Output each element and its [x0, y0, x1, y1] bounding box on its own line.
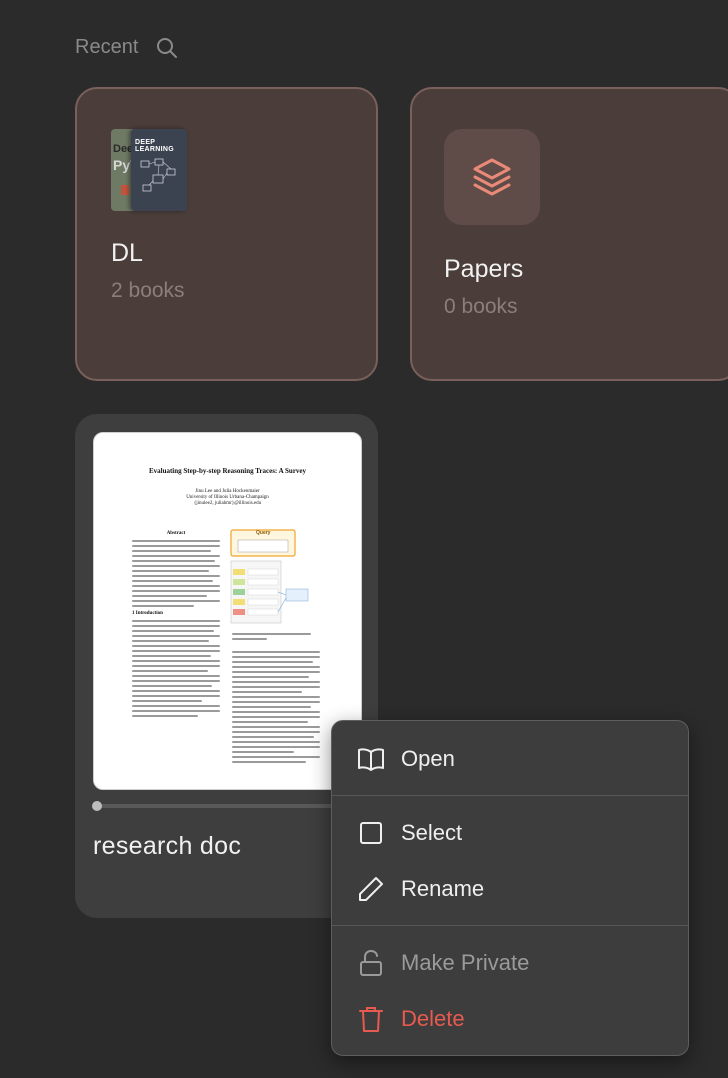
menu-item-rename[interactable]: Rename: [332, 869, 688, 909]
collection-count: 0 books: [444, 295, 518, 318]
menu-item-delete[interactable]: Delete: [332, 999, 688, 1039]
abstract-heading: Abstract: [166, 531, 186, 536]
paper-authors: Jinu Lee and Julia Hockenmaier Universit…: [94, 489, 361, 507]
context-menu: Open Select Rename Make Private Delete: [331, 720, 689, 1056]
book-open-icon: [356, 744, 386, 774]
recent-title: Recent: [75, 36, 139, 58]
progress-indicator: [92, 801, 102, 811]
menu-item-label: Delete: [401, 1006, 465, 1031]
pencil-icon: [356, 874, 386, 904]
menu-divider: [332, 795, 688, 796]
intro-heading: 1 Introduction: [132, 611, 163, 616]
paper-figure: Query: [230, 529, 309, 627]
book-cover-deep-learning: DEEP LEARNING: [131, 129, 187, 211]
cover-accent: [121, 185, 129, 195]
paper-left-column: Abstract 1 Introduction: [132, 527, 220, 720]
collection-card-papers[interactable]: Papers 0 books: [410, 87, 728, 381]
collection-card-dl[interactable]: Deep L PyTo DEEP LEARNING DL 2 books: [75, 87, 378, 381]
search-icon[interactable]: [156, 37, 178, 59]
collection-cover-thumbnails: Deep L PyTo DEEP LEARNING: [111, 129, 189, 211]
menu-item-label: Open: [401, 746, 455, 771]
document-title: research doc: [93, 832, 242, 860]
document-preview: Evaluating Step-by-step Reasoning Traces…: [93, 432, 362, 790]
cover-text: DEEP LEARNING: [135, 139, 174, 153]
checkbox-icon: [356, 818, 386, 848]
menu-item-label: Make Private: [401, 950, 530, 975]
paper-emails: {jinulee2, juliahmr}@illinois.edu: [193, 501, 262, 506]
trash-icon: [356, 1004, 386, 1034]
reading-progress-bar: [92, 801, 333, 811]
collection-count: 2 books: [111, 279, 185, 302]
cover-diagram: [140, 158, 176, 192]
figure-label: Query: [256, 530, 271, 536]
collection-icon-tile: [444, 129, 540, 225]
menu-item-open[interactable]: Open: [332, 739, 688, 779]
paper-right-column: [232, 633, 320, 766]
collection-title: Papers: [444, 255, 524, 283]
menu-item-label: Rename: [401, 876, 485, 901]
menu-item-make-private[interactable]: Make Private: [332, 943, 688, 983]
unlock-icon: [356, 948, 386, 978]
layers-icon: [473, 158, 511, 196]
menu-item-select[interactable]: Select: [332, 813, 688, 853]
recent-header: Recent: [75, 36, 178, 59]
collection-title: DL: [111, 239, 143, 267]
menu-divider: [332, 925, 688, 926]
menu-item-label: Select: [401, 820, 463, 845]
paper-title: Evaluating Step-by-step Reasoning Traces…: [148, 467, 307, 475]
